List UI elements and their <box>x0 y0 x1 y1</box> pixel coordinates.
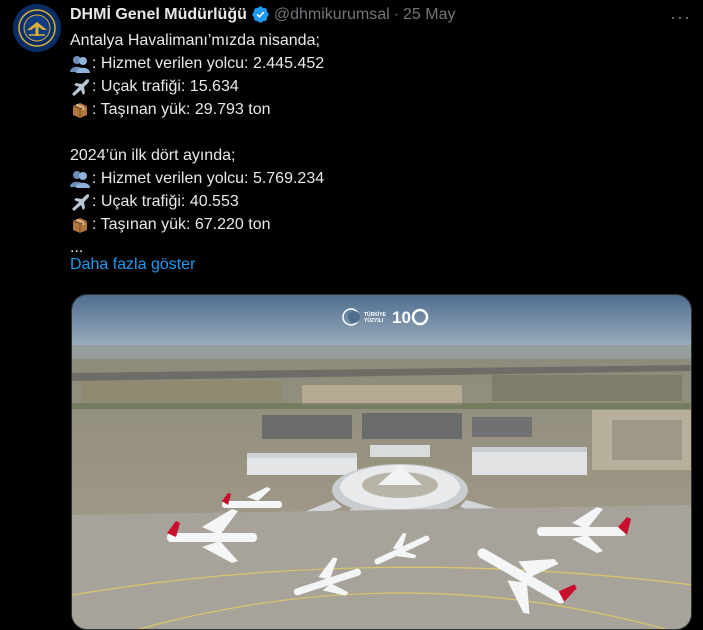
stat-line-ytd-passengers: : Hizmet verilen yolcu: 5.769.234 <box>70 167 324 190</box>
package-icon <box>72 102 88 118</box>
account-name[interactable]: DHMİ Genel Müdürlüğü <box>70 6 247 24</box>
tweet-header: DHMİ Genel Müdürlüğü @dhmikurumsal · 25 … <box>70 5 456 24</box>
intro-line-ytd: 2024’ün ilk dört ayında; <box>70 147 236 164</box>
tweet-date[interactable]: 25 May <box>403 6 455 24</box>
people-silhouette-icon <box>70 170 90 188</box>
stat-text: : Taşınan yük: 29.793 ton <box>92 101 271 118</box>
stat-text: : Taşınan yük: 67.220 ton <box>92 216 271 233</box>
airport-aerial-photo: TÜRKİYE YÜZYILI 10 <box>72 295 691 629</box>
more-options-icon[interactable]: ··· <box>670 7 691 28</box>
stat-line-april-flights: : Uçak trafiği: 15.634 <box>70 75 324 98</box>
airplane-icon <box>72 193 89 211</box>
stat-line-ytd-cargo: : Taşınan yük: 67.220 ton <box>70 213 324 236</box>
separator-dot: · <box>393 5 400 23</box>
show-more-link[interactable]: Daha fazla göster <box>70 256 195 274</box>
dhmi-logo-icon <box>13 4 61 52</box>
airplane-icon <box>72 78 89 96</box>
svg-text:YÜZYILI: YÜZYILI <box>364 317 384 324</box>
tweet-text: Antalya Havalimanı’mızda nisanda; : Hizm… <box>70 29 324 259</box>
tweet-media-photo[interactable]: TÜRKİYE YÜZYILI 10 <box>71 294 692 630</box>
stat-text: : Uçak trafiği: 15.634 <box>92 78 239 95</box>
svg-text:TÜRKİYE: TÜRKİYE <box>364 311 387 318</box>
people-silhouette-icon <box>70 55 90 73</box>
package-icon <box>72 217 88 233</box>
stat-line-april-passengers: : Hizmet verilen yolcu: 2.445.452 <box>70 52 324 75</box>
stat-text: : Hizmet verilen yolcu: 2.445.452 <box>92 55 325 72</box>
stat-line-april-cargo: : Taşınan yük: 29.793 ton <box>70 98 324 121</box>
stat-text: : Hizmet verilen yolcu: 5.769.234 <box>92 170 325 187</box>
stat-text: : Uçak trafiği: 40.553 <box>92 193 239 210</box>
stat-line-ytd-flights: : Uçak trafiği: 40.553 <box>70 190 324 213</box>
account-handle[interactable]: @dhmikurumsal <box>274 6 390 24</box>
svg-text:10: 10 <box>392 308 411 327</box>
intro-line-april: Antalya Havalimanı’mızda nisanda; <box>70 32 320 49</box>
verified-badge-icon <box>252 6 269 23</box>
avatar[interactable] <box>13 4 61 52</box>
